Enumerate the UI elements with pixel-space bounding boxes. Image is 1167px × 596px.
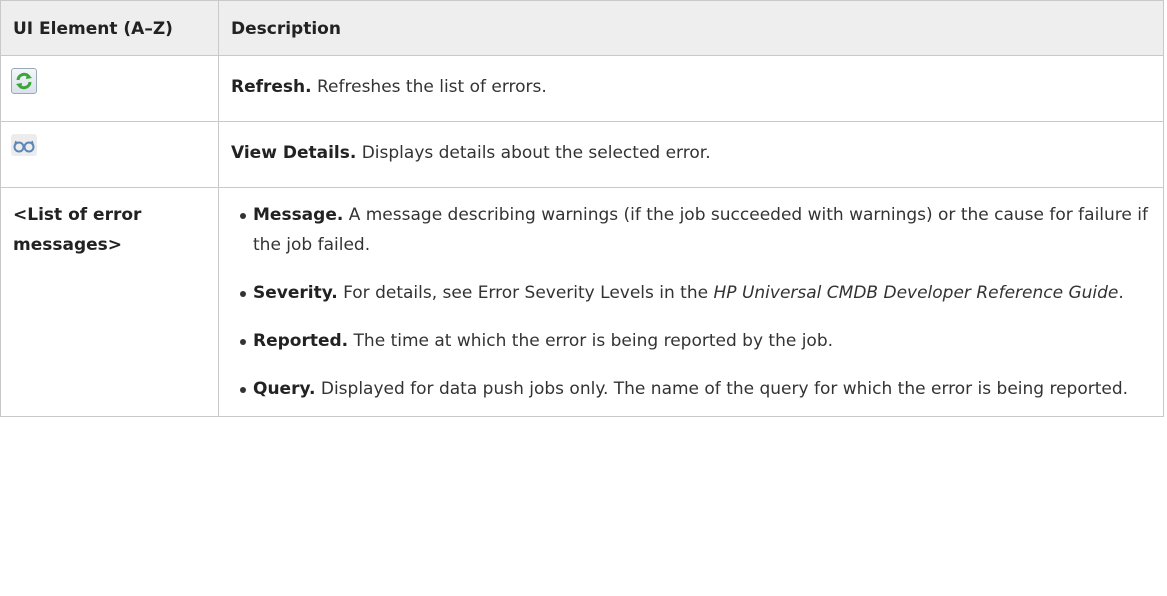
severity-description: For details, see Error Severity Levels i… [337,283,714,303]
list-item: Reported. The time at which the error is… [231,326,1151,356]
refresh-description: Refreshes the list of errors. [311,77,547,97]
description-cell: Message. A message describing warnings (… [218,187,1164,417]
severity-term: Severity. [253,283,338,303]
table-row: Refresh. Refreshes the list of errors. [0,55,1164,122]
severity-period: . [1118,283,1124,303]
message-term: Message. [253,205,344,225]
refresh-icon [11,68,37,94]
bullet-icon [240,387,246,393]
error-columns-list: Message. A message describing warnings (… [231,200,1151,404]
reported-term: Reported. [253,331,349,351]
list-item: Message. A message describing warnings (… [231,200,1151,260]
description-cell: View Details. Displays details about the… [218,121,1164,188]
column-header-ui-element: UI Element (A–Z) [0,0,219,56]
ui-element-cell [0,121,219,188]
view-details-glasses-icon [11,134,37,156]
ui-element-cell: <List of error messages> [0,187,219,417]
view-details-description: Displays details about the selected erro… [356,143,711,163]
list-item: Severity. For details, see Error Severit… [231,278,1151,308]
reported-description: The time at which the error is being rep… [348,331,834,351]
table-header-row: UI Element (A–Z) Description [0,0,1164,56]
ui-elements-table: UI Element (A–Z) Description Refresh. Re… [0,0,1164,417]
list-item: Query. Displayed for data push jobs only… [231,374,1151,404]
ui-element-cell [0,55,219,122]
bullet-icon [240,339,246,345]
query-description: Displayed for data push jobs only. The n… [315,379,1129,399]
column-header-description: Description [218,0,1164,56]
table-row: <List of error messages> Message. A mess… [0,187,1164,417]
bullet-icon [240,213,246,219]
list-of-error-messages-label: <List of error messages> [13,205,142,255]
view-details-term: View Details. [231,143,357,163]
query-term: Query. [253,379,316,399]
message-description: A message describing warnings (if the jo… [253,205,1148,255]
table-row: View Details. Displays details about the… [0,121,1164,188]
guide-title: HP Universal CMDB Developer Reference Gu… [713,283,1119,303]
description-cell: Refresh. Refreshes the list of errors. [218,55,1164,122]
bullet-icon [240,291,246,297]
refresh-term: Refresh. [231,77,312,97]
